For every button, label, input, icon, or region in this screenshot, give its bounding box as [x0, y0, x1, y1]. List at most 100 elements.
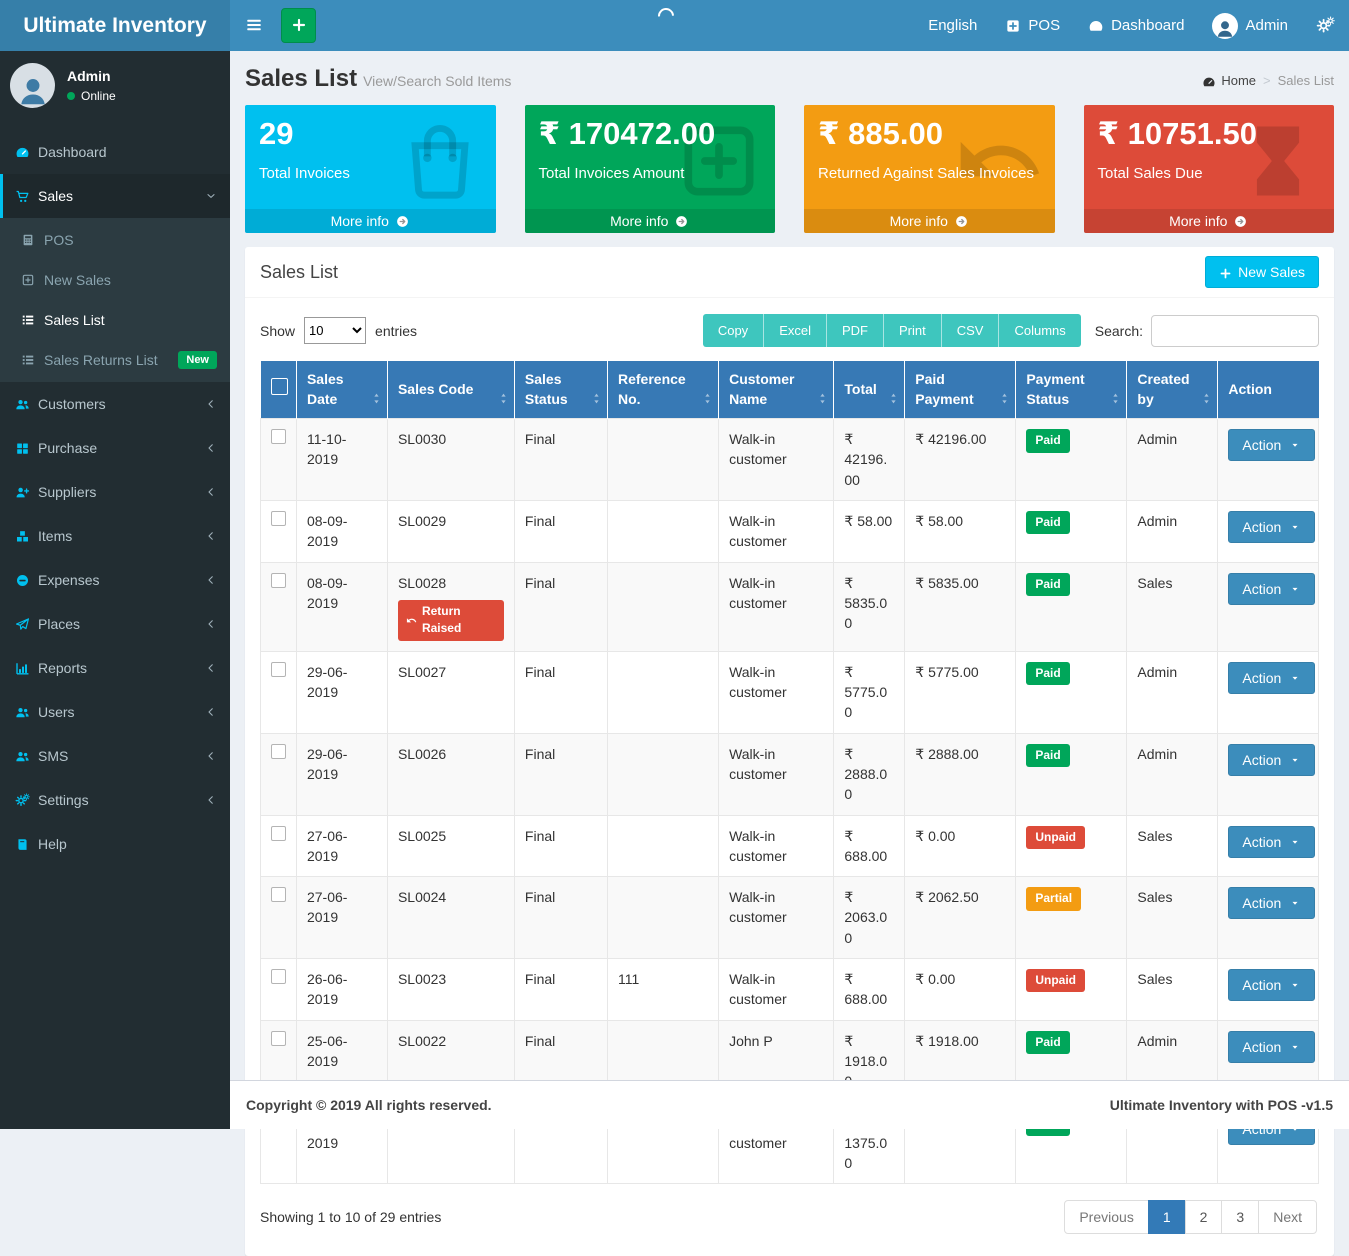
sidebar-link[interactable]: Dashboard: [0, 130, 230, 174]
pagination-page-3[interactable]: 3: [1221, 1200, 1259, 1234]
row-checkbox[interactable]: [271, 887, 286, 902]
column-header-reference-no-[interactable]: Reference No.: [608, 361, 719, 419]
cell-action: Action: [1218, 959, 1319, 1021]
sidebar-link[interactable]: Users: [0, 690, 230, 734]
sidebar-item-label: Settings: [38, 792, 89, 808]
column-header-payment-status[interactable]: Payment Status: [1016, 361, 1127, 419]
submenu-link[interactable]: POS: [0, 220, 230, 260]
stat-label: Returned Against Sales Invoices: [818, 165, 1041, 182]
column-header-total[interactable]: Total: [834, 361, 905, 419]
row-checkbox[interactable]: [271, 662, 286, 677]
select-all-checkbox[interactable]: [271, 378, 288, 395]
row-action-button[interactable]: Action: [1228, 969, 1315, 1001]
sort-icon[interactable]: [997, 389, 1012, 409]
pagination-next-button[interactable]: Next: [1258, 1200, 1317, 1234]
export-excel-button[interactable]: Excel: [763, 314, 826, 347]
breadcrumb-home[interactable]: Home: [1202, 73, 1256, 89]
users-icon: [15, 749, 30, 764]
nav-dashboard[interactable]: Dashboard: [1074, 0, 1198, 51]
sidebar-toggle-button[interactable]: [230, 0, 278, 51]
chevron-down-icon: [205, 190, 217, 202]
column-header-created-by[interactable]: Created by: [1127, 361, 1218, 419]
more-info-link[interactable]: More info: [245, 209, 496, 233]
pagination-page-1[interactable]: 1: [1148, 1200, 1186, 1234]
row-action-button[interactable]: Action: [1228, 1031, 1315, 1063]
row-checkbox[interactable]: [271, 429, 286, 444]
column-header-sales-status[interactable]: Sales Status: [514, 361, 607, 419]
nav-language[interactable]: English: [914, 0, 991, 51]
nav-user-menu[interactable]: Admin: [1198, 0, 1302, 51]
row-action-button[interactable]: Action: [1228, 429, 1315, 461]
sidebar-link[interactable]: Expenses: [0, 558, 230, 602]
export-csv-button[interactable]: CSV: [941, 314, 999, 347]
sort-icon[interactable]: [886, 389, 901, 409]
submenu-link[interactable]: New Sales: [0, 260, 230, 300]
row-checkbox[interactable]: [271, 969, 286, 984]
row-checkbox[interactable]: [271, 511, 286, 526]
row-checkbox[interactable]: [271, 1031, 286, 1046]
chevron-left-icon: [205, 486, 217, 498]
row-action-button[interactable]: Action: [1228, 511, 1315, 543]
top-navbar: Ultimate Inventory English POS Dashboard…: [0, 0, 1349, 51]
sort-icon[interactable]: [1108, 389, 1123, 409]
pagination-previous-button[interactable]: Previous: [1064, 1200, 1148, 1234]
row-action-button[interactable]: Action: [1228, 662, 1315, 694]
sidebar-link[interactable]: Customers: [0, 382, 230, 426]
more-info-link[interactable]: More info: [525, 209, 776, 233]
sort-icon[interactable]: [815, 389, 830, 409]
submenu-link[interactable]: Sales Returns ListNew: [0, 340, 230, 380]
row-checkbox[interactable]: [271, 573, 286, 588]
new-sales-button[interactable]: New Sales: [1205, 256, 1319, 288]
nav-settings[interactable]: [1302, 0, 1349, 51]
page-length-select[interactable]: 10: [304, 317, 366, 344]
cell-sales-code: SL0028Return Raised: [387, 562, 514, 651]
submenu-item-label: Sales List: [44, 312, 105, 328]
cell-select: [261, 877, 297, 959]
row-checkbox[interactable]: [271, 826, 286, 841]
pagination-page-2[interactable]: 2: [1185, 1200, 1223, 1234]
more-info-link[interactable]: More info: [804, 209, 1055, 233]
sidebar-link[interactable]: Places: [0, 602, 230, 646]
sort-icon[interactable]: [496, 389, 511, 409]
sidebar-link[interactable]: Sales: [0, 174, 230, 218]
brand-logo[interactable]: Ultimate Inventory: [0, 0, 230, 51]
row-checkbox[interactable]: [271, 744, 286, 759]
sidebar-link[interactable]: Suppliers: [0, 470, 230, 514]
search-input[interactable]: [1151, 315, 1319, 347]
sort-icon: [1199, 391, 1214, 406]
export-copy-button[interactable]: Copy: [703, 314, 763, 347]
sidebar-link[interactable]: Purchase: [0, 426, 230, 470]
column-header-sales-date[interactable]: Sales Date: [296, 361, 387, 419]
column-header-sales-code[interactable]: Sales Code: [387, 361, 514, 419]
sort-icon[interactable]: [700, 389, 715, 409]
row-action-button[interactable]: Action: [1228, 826, 1315, 858]
stat-value: ₹ 885.00: [818, 117, 1041, 151]
row-action-button[interactable]: Action: [1228, 573, 1315, 605]
caret-down-icon: [1289, 836, 1301, 848]
table-row: 11-10-2019SL0030FinalWalk-in customer₹ 4…: [261, 419, 1319, 501]
sort-icon[interactable]: [589, 389, 604, 409]
quick-add-button[interactable]: [281, 8, 316, 43]
column-header-customer-name[interactable]: Customer Name: [719, 361, 834, 419]
sort-icon[interactable]: [1199, 389, 1214, 409]
sidebar-link[interactable]: Help: [0, 822, 230, 866]
column-header-paid-payment[interactable]: Paid Payment: [905, 361, 1016, 419]
export-columns-button[interactable]: Columns: [998, 314, 1080, 347]
table-header-row: Sales DateSales CodeSales StatusReferenc…: [261, 361, 1319, 419]
cell-sales-status: Final: [514, 651, 607, 733]
row-action-button[interactable]: Action: [1228, 887, 1315, 919]
sidebar-link[interactable]: SMS: [0, 734, 230, 778]
panel-title: Sales List: [260, 262, 338, 283]
chevron-left-icon: [205, 750, 217, 762]
sidebar-link[interactable]: Reports: [0, 646, 230, 690]
row-action-button[interactable]: Action: [1228, 744, 1315, 776]
more-info-link[interactable]: More info: [1084, 209, 1335, 233]
submenu-link[interactable]: Sales List: [0, 300, 230, 340]
export-pdf-button[interactable]: PDF: [826, 314, 883, 347]
sort-icon[interactable]: [369, 389, 384, 409]
sidebar-link[interactable]: Items: [0, 514, 230, 558]
nav-pos[interactable]: POS: [991, 0, 1074, 51]
sidebar-link[interactable]: Settings: [0, 778, 230, 822]
payment-status-badge: Paid: [1026, 744, 1069, 767]
export-print-button[interactable]: Print: [883, 314, 941, 347]
